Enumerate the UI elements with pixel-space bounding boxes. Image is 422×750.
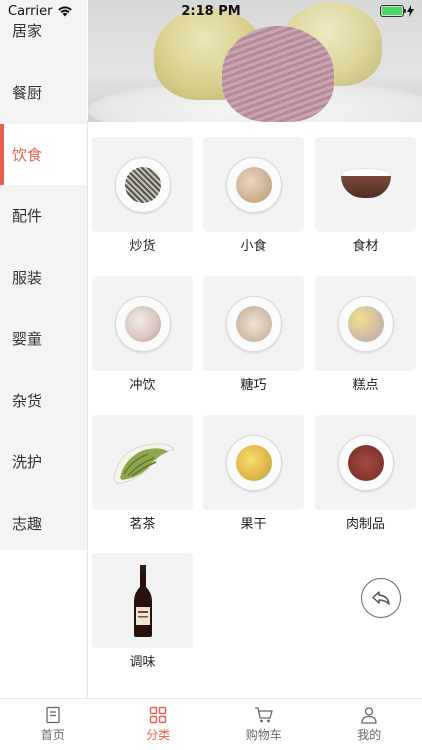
tab-home[interactable]: 首页 [0,699,106,750]
sidebar-item-label: 居家 [12,22,43,40]
subcategory-tile[interactable] [315,415,416,510]
back-button[interactable] [361,578,401,618]
subcategory-tile[interactable] [92,553,193,648]
subcategory-item[interactable]: 肉制品 [315,415,416,534]
subcategory-tile[interactable] [315,137,416,232]
tab-label: 分类 [146,728,171,742]
rice-bowl-icon [340,167,392,202]
tea-leaves-icon [112,442,175,485]
subcategory-item[interactable]: 糖巧 [203,276,304,395]
sidebar-item-personal-care[interactable]: 洗护 [0,431,87,493]
subcategory-label: 食材 [352,239,379,254]
sidebar-item-label: 餐厨 [12,84,43,103]
subcategory-item[interactable]: 炒货 [92,137,193,256]
subcategory-tile[interactable] [203,415,304,510]
subcategory-item[interactable]: 小食 [203,137,304,256]
bottom-tab-bar: 首页 分类 购物车 我的 [0,698,422,750]
subcategory-label: 冲饮 [129,378,156,393]
carrier-name: Carrier [8,3,53,19]
snack-plate-icon [225,156,282,213]
subcategory-label: 炒货 [129,239,156,254]
tab-label: 首页 [40,728,65,742]
tab-category[interactable]: 分类 [106,699,212,750]
subcategory-label: 调味 [129,655,156,670]
home-icon [46,706,60,724]
subcategory-label: 小食 [240,239,267,254]
subcategory-tile[interactable] [92,137,193,232]
jerky-plate-icon [337,434,394,491]
sidebar-item-clothing[interactable]: 服装 [0,247,87,309]
subcategory-tile[interactable] [92,415,193,510]
banner-pastry [222,26,334,122]
subcategory-item[interactable]: 调味 [92,553,193,672]
subcategory-tile[interactable] [203,276,304,371]
sidebar-divider [87,120,88,698]
subcategory-item[interactable]: 茗茶 [92,415,193,534]
candy-plate-icon [225,295,282,352]
sidebar-item-kitchen[interactable]: 餐厨 [0,62,87,124]
tab-label: 购物车 [245,728,282,742]
subcategory-tile[interactable] [315,276,416,371]
subcategory-label: 茗茶 [129,517,156,532]
category-sidebar: 居家 餐厨 饮食 配件 服装 婴童 杂货 洗护 志趣 [0,0,87,550]
subcategory-item[interactable]: 冲饮 [92,276,193,395]
wifi-icon [58,6,73,17]
sidebar-item-label: 志趣 [12,514,43,533]
battery-icon [380,5,406,17]
sidebar-item-label: 婴童 [12,330,43,349]
sidebar-item-groceries[interactable]: 杂货 [0,370,87,432]
tab-label: 我的 [357,728,382,742]
sidebar-item-hobbies[interactable]: 志趣 [0,493,87,555]
tab-profile[interactable]: 我的 [317,699,422,750]
status-right [380,5,414,17]
status-left: Carrier [8,4,73,19]
cart-icon [254,707,273,723]
subcategory-label: 糖巧 [240,378,267,393]
sidebar-item-accessories[interactable]: 配件 [0,185,87,247]
status-bar: Carrier 2:18 PM [0,0,422,22]
profile-icon [361,707,377,724]
category-icon [150,706,167,724]
subcategory-item[interactable]: 糕点 [315,276,416,395]
sidebar-item-food[interactable]: 饮食 [0,123,87,185]
subcategory-tile[interactable] [92,276,193,371]
pastry-plate-icon [337,295,394,352]
sidebar-item-label: 饮食 [12,145,43,164]
subcategory-label: 果干 [240,517,267,532]
subcategory-tile[interactable] [203,137,304,232]
sunflower-seeds-icon [114,156,171,213]
charging-bolt-icon [407,5,414,17]
drink-plate-icon [114,295,171,352]
subcategory-label: 肉制品 [345,517,385,532]
tab-cart[interactable]: 购物车 [211,699,317,750]
subcategory-label: 糕点 [352,378,379,393]
sidebar-item-label: 洗护 [12,453,43,472]
sidebar-item-label: 服装 [12,268,43,287]
dried-fruit-plate-icon [225,434,282,491]
subcategory-item[interactable]: 果干 [203,415,304,534]
return-arrow-icon [372,591,390,605]
sidebar-item-label: 杂货 [12,391,43,410]
subcategory-item[interactable]: 食材 [315,137,416,256]
sidebar-item-baby[interactable]: 婴童 [0,308,87,370]
sidebar-item-label: 配件 [12,207,43,226]
sauce-bottle-icon [133,564,152,637]
